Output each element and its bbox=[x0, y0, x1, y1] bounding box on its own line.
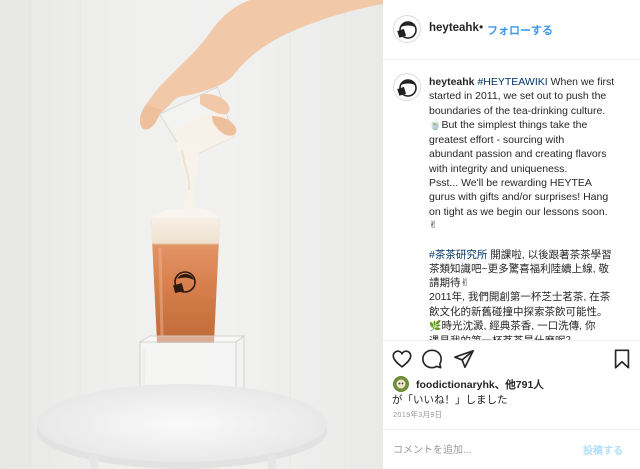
caption-text: started in 2011, we set out to push the bbox=[429, 90, 607, 103]
caption-text-with-emoji: 🍵But the simplest things take the bbox=[429, 118, 588, 131]
header-username[interactable]: heyteahk bbox=[429, 22, 479, 34]
save-button[interactable] bbox=[611, 348, 633, 370]
caption-username[interactable]: heyteahk bbox=[429, 76, 475, 88]
caption-text: Psst... We'll be rewarding HEYTEA bbox=[429, 177, 592, 190]
caption-first-line: heyteahk #HEYTEAWIKI When we first bbox=[429, 75, 631, 89]
victory-hand-emoji: ✌ bbox=[429, 219, 438, 231]
photo-illustration bbox=[29, 0, 383, 469]
caption-text: 2011年, 我們開創第一杯芝士茗茶, 在茶 bbox=[429, 291, 611, 304]
likes-count[interactable]: 、他791人 bbox=[495, 379, 544, 391]
caption-text: with integrity and uniqueness. bbox=[429, 162, 568, 175]
post-caption: heyteahk #HEYTEAWIKI When we first start… bbox=[429, 75, 631, 347]
like-button[interactable] bbox=[391, 348, 413, 370]
tea-emoji-icon: 🍵 bbox=[429, 119, 442, 131]
heart-icon bbox=[392, 350, 412, 368]
share-button[interactable] bbox=[453, 348, 475, 370]
liker-username[interactable]: foodictionaryhk bbox=[416, 379, 495, 391]
caption-text: 茶類知識吧~更多驚喜福利陸續上線, 敬 bbox=[429, 262, 609, 275]
hashtag-link[interactable]: #HEYTEAWIKI bbox=[477, 76, 547, 88]
post-date[interactable]: 2019年3月9日 bbox=[393, 409, 442, 420]
follow-button[interactable]: フォローする bbox=[487, 22, 553, 38]
caption-text: When we first bbox=[547, 76, 615, 88]
header-separator: • bbox=[479, 20, 484, 34]
comment-button[interactable] bbox=[421, 348, 443, 370]
bookmark-icon bbox=[614, 349, 630, 369]
comment-icon bbox=[422, 349, 442, 369]
heytea-logo-icon bbox=[397, 21, 417, 39]
caption-jp-first-line: #茶茶研究所 開課啦, 以後跟著茶茶學習 bbox=[429, 248, 612, 261]
post-header: heyteahk • フォローする bbox=[383, 0, 640, 60]
caption-blank bbox=[429, 233, 631, 247]
post-side-panel: heyteahk • フォローする heyteahk #HEYTEAWIKI W… bbox=[383, 0, 640, 469]
caption-text-with-emoji: 🌿時光沈澱, 經典茶香, 一口洗傳, 你 bbox=[429, 320, 596, 333]
likes-suffix: が「いいね！」しました bbox=[392, 394, 508, 406]
post-photo[interactable] bbox=[0, 0, 383, 469]
jp-hashtag-link[interactable]: #茶茶研究所 bbox=[429, 249, 487, 261]
share-icon bbox=[454, 349, 474, 369]
caption-text: 請期待✌ bbox=[429, 277, 470, 290]
action-bar bbox=[383, 340, 640, 376]
caption-avatar[interactable] bbox=[393, 73, 421, 101]
caption-text: greatest effort - sourcing with bbox=[429, 134, 565, 147]
caption-text: on tight as we begin our lessons soon. bbox=[429, 205, 608, 218]
heytea-logo-icon bbox=[397, 79, 417, 97]
post-comment-button[interactable]: 投稿する bbox=[583, 442, 623, 457]
caption-text: 飲文化的新舊碰撞中探索茶飲可能性。 bbox=[429, 305, 608, 318]
liker-avatar-icon bbox=[393, 376, 409, 392]
caption-text: abundant passion and creating flavors bbox=[429, 148, 607, 161]
comment-bar: 投稿する bbox=[383, 429, 640, 469]
caption-text: boundaries of the tea-drinking culture. bbox=[429, 104, 606, 117]
liker-avatar[interactable] bbox=[393, 376, 409, 392]
likes-summary: foodictionaryhk、他791人 bbox=[416, 377, 544, 392]
caption-text: gurus with gifts and/or surprises! Hang bbox=[429, 191, 609, 204]
leaf-emoji-icon: 🌿 bbox=[429, 321, 442, 333]
profile-avatar[interactable] bbox=[393, 15, 421, 43]
comment-input[interactable] bbox=[393, 442, 573, 458]
